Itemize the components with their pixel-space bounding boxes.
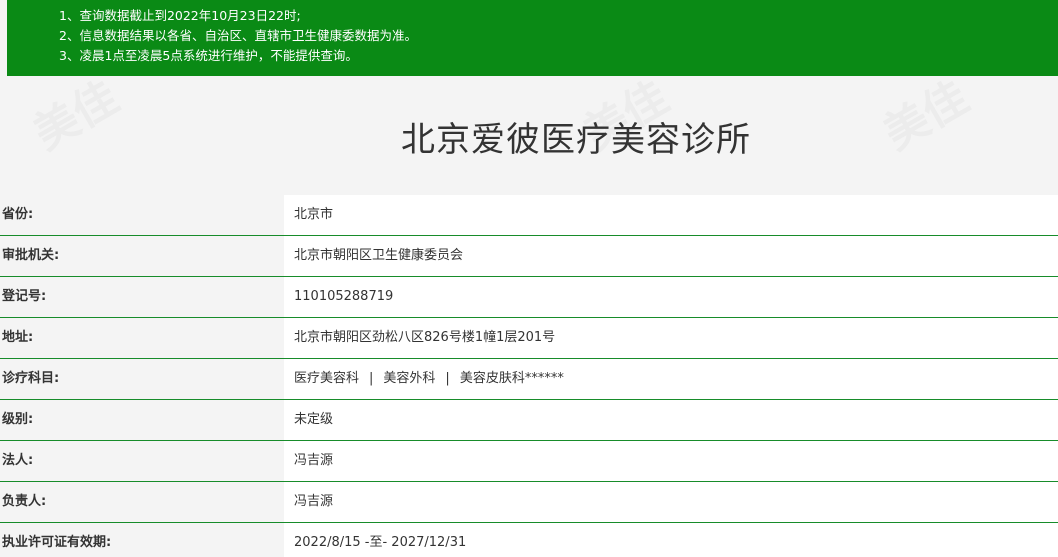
notice-line-1: 1、查询数据截止到2022年10月23日22时; (59, 8, 301, 23)
row-value-address: 北京市朝阳区劲松八区826号楼1幢1层201号 (284, 318, 1058, 358)
row-label-province: 省份: (0, 195, 284, 235)
table-row: 负责人: 冯吉源 (0, 482, 1058, 523)
info-table: 省份: 北京市 审批机关: 北京市朝阳区卫生健康委员会 登记号: 1101052… (0, 195, 1058, 557)
subject-item: 美容外科 (383, 371, 436, 386)
table-row: 审批机关: 北京市朝阳区卫生健康委员会 (0, 236, 1058, 277)
table-row: 登记号: 110105288719 (0, 277, 1058, 318)
row-value-subjects: 医疗美容科 | 美容外科 | 美容皮肤科****** (284, 359, 1058, 399)
row-value-authority: 北京市朝阳区卫生健康委员会 (284, 236, 1058, 276)
page: 1、查询数据截止到2022年10月23日22时; 2、信息数据结果以各省、自治区… (0, 0, 1058, 557)
row-label-person-in-charge: 负责人: (0, 482, 284, 522)
notice-line-2: 2、信息数据结果以各省、自治区、直辖市卫生健康委数据为准。 (59, 28, 417, 43)
row-value-level: 未定级 (284, 400, 1058, 440)
row-value-province: 北京市 (284, 195, 1058, 235)
table-row: 级别: 未定级 (0, 400, 1058, 441)
row-label-authority: 审批机关: (0, 236, 284, 276)
subject-separator: | (445, 371, 450, 386)
row-value-person-in-charge: 冯吉源 (284, 482, 1058, 522)
table-row: 执业许可证有效期: 2022/8/15 -至- 2027/12/31 (0, 523, 1058, 557)
row-value-registration-no: 110105288719 (284, 277, 1058, 317)
notice-banner: 1、查询数据截止到2022年10月23日22时; 2、信息数据结果以各省、自治区… (7, 0, 1058, 76)
row-label-license-validity: 执业许可证有效期: (0, 523, 284, 557)
page-title: 北京爱彼医疗美容诊所 (401, 120, 751, 160)
table-row: 省份: 北京市 (0, 195, 1058, 236)
row-label-level: 级别: (0, 400, 284, 440)
row-label-address: 地址: (0, 318, 284, 358)
row-value-license-validity: 2022/8/15 -至- 2027/12/31 (284, 523, 1058, 557)
subject-separator: | (369, 371, 374, 386)
row-value-legal-person: 冯吉源 (284, 441, 1058, 481)
subject-item: 美容皮肤科****** (459, 371, 564, 386)
notice-line-3: 3、凌晨1点至凌晨5点系统进行维护，不能提供查询。 (59, 48, 358, 63)
subject-item: 医疗美容科 (294, 371, 360, 386)
row-label-registration-no: 登记号: (0, 277, 284, 317)
table-row: 诊疗科目: 医疗美容科 | 美容外科 | 美容皮肤科****** (0, 359, 1058, 400)
row-label-legal-person: 法人: (0, 441, 284, 481)
table-row: 地址: 北京市朝阳区劲松八区826号楼1幢1层201号 (0, 318, 1058, 359)
row-label-subjects: 诊疗科目: (0, 359, 284, 399)
table-row: 法人: 冯吉源 (0, 441, 1058, 482)
